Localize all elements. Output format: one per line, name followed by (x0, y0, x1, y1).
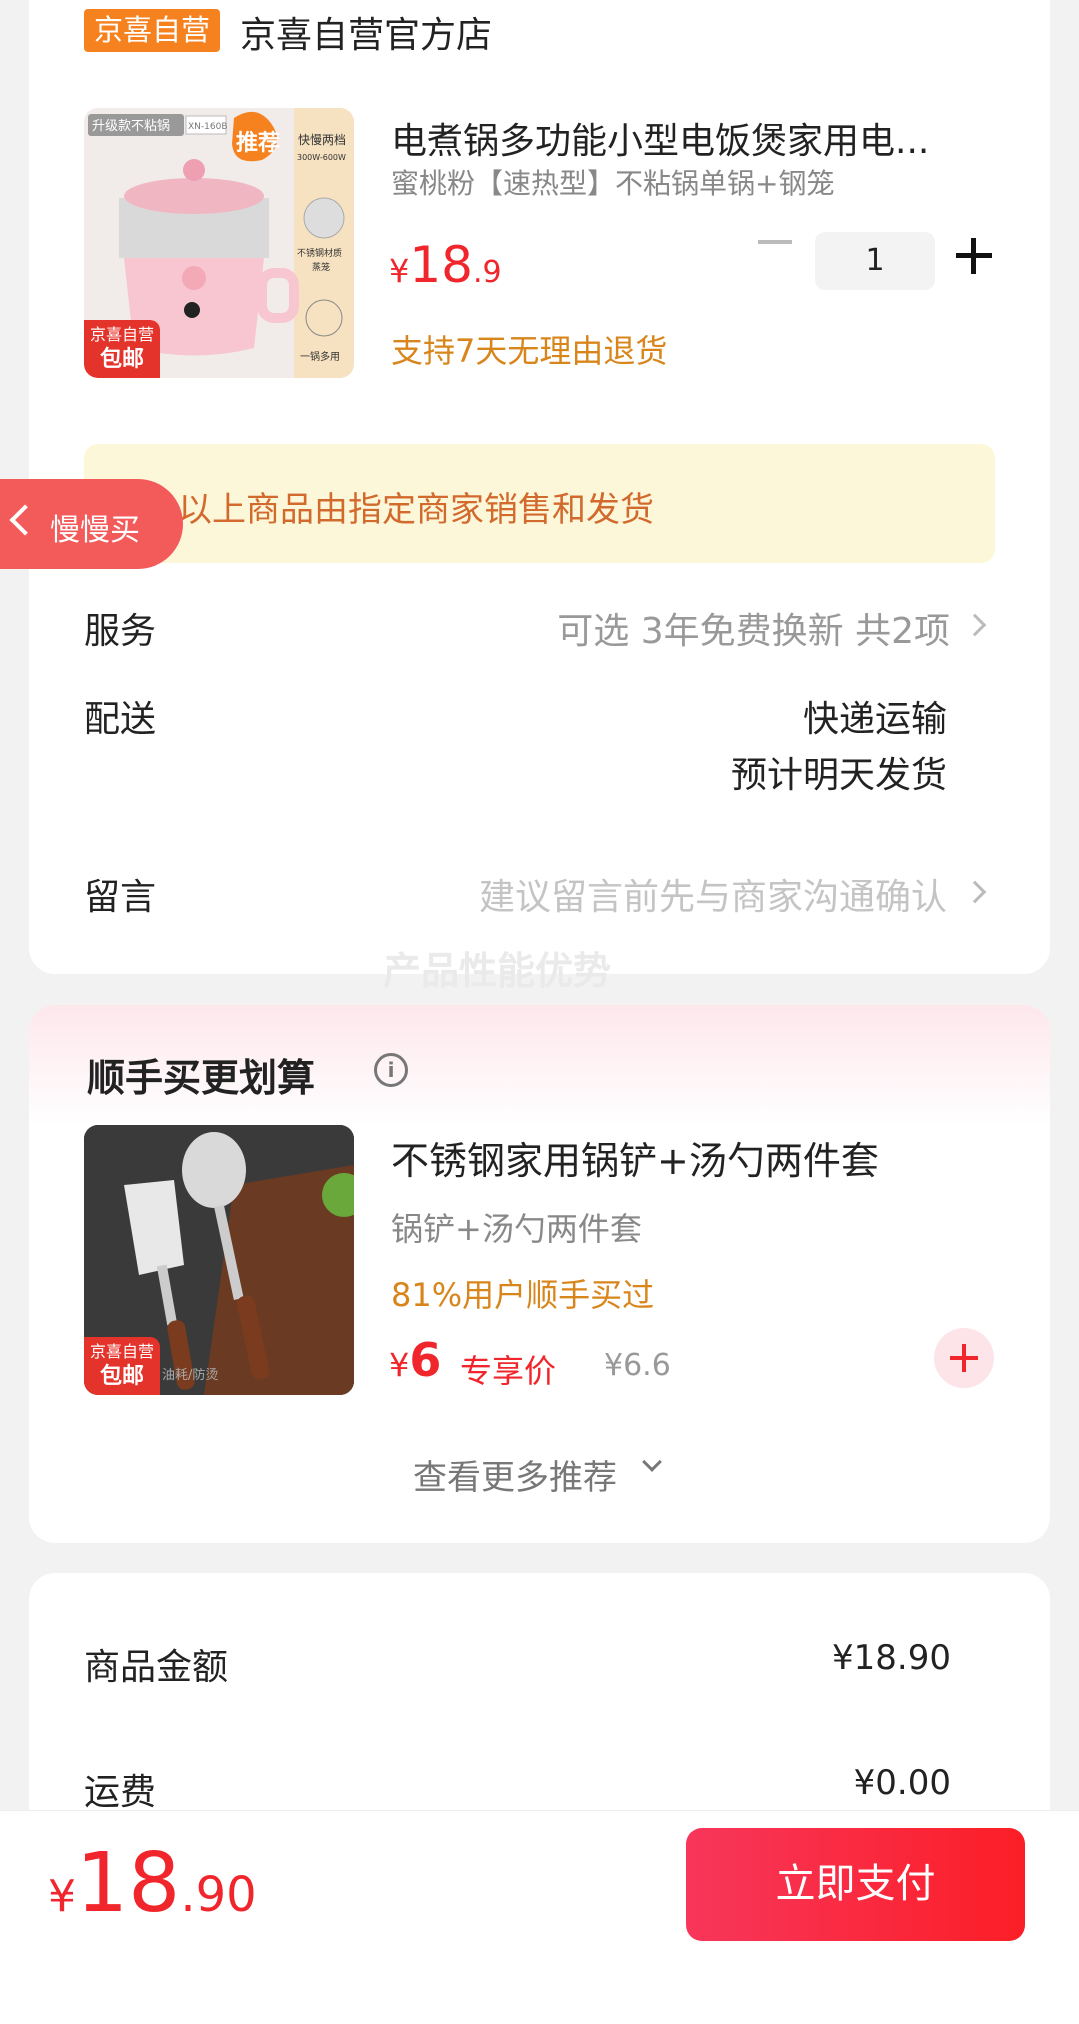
shipping-value: ¥0.00 (853, 1763, 951, 1803)
original-price: ¥6.6 (604, 1348, 671, 1383)
pay-now-button[interactable]: 立即支付 (686, 1828, 1025, 1941)
seller-notice-text: 以上商品由指定商家销售和发货 (178, 490, 654, 530)
more-recommendations-link[interactable]: 查看更多推荐 (413, 1450, 617, 1499)
svg-text:不锈钢材质: 不锈钢材质 (297, 247, 342, 259)
product-variant[interactable]: 蜜桃粉【速热型】不粘锅单锅+钢笼 (391, 162, 834, 202)
addon-product-image[interactable]: 油耗/防烫 京喜自营 包邮 (84, 1125, 354, 1395)
store-name[interactable]: 京喜自营官方店 (240, 6, 492, 58)
addon-bought-rate: 81%用户顺手买过 (391, 1276, 655, 1314)
message-input[interactable]: 建议留言前先与商家沟通确认 (479, 868, 947, 920)
seller-notice: i 以上商品由指定商家销售和发货 (84, 444, 995, 563)
goods-amount-value: ¥18.90 (832, 1638, 951, 1678)
svg-text:蒸笼: 蒸笼 (312, 261, 330, 273)
watermark-text: 产品性能优势 (383, 949, 612, 993)
product-title[interactable]: 电煮锅多功能小型电饭煲家用电... (391, 112, 929, 164)
chevron-left-icon (9, 504, 41, 536)
delivery-method: 快递运输 (802, 699, 947, 740)
free-shipping-tag: 京喜自营 包邮 (84, 1337, 160, 1395)
service-label: 服务 (84, 611, 157, 652)
exclusive-price-label: 专享价 (460, 1352, 557, 1390)
product-price: ¥18.9 (389, 236, 502, 294)
return-policy: 支持7天无理由退货 (391, 332, 668, 370)
add-addon-button[interactable] (934, 1328, 994, 1388)
goods-amount-label: 商品金额 (84, 1647, 229, 1688)
slow-buy-float-button[interactable]: 慢慢买 (0, 479, 183, 569)
slow-buy-label: 慢慢买 (50, 513, 140, 548)
svg-text:XN-160B: XN-160B (188, 122, 228, 132)
svg-text:快慢两档: 快慢两档 (298, 133, 346, 147)
addon-variant: 锅铲+汤勺两件套 (391, 1210, 642, 1248)
delivery-label: 配送 (84, 699, 157, 740)
quantity-increase-button[interactable] (956, 238, 992, 274)
svg-text:推荐: 推荐 (236, 130, 280, 156)
svg-text:一锅多用: 一锅多用 (300, 350, 340, 363)
svg-text:300W-600W: 300W-600W (297, 153, 346, 162)
store-badge: 京喜自营 (84, 9, 221, 52)
info-icon[interactable]: i (374, 1053, 408, 1087)
service-value: 可选 3年免费换新 共2项 (557, 611, 950, 652)
quantity-decrease-button[interactable] (758, 240, 792, 244)
quantity-input[interactable]: 1 (815, 232, 935, 290)
message-label: 留言 (84, 877, 157, 918)
addon-title[interactable]: 不锈钢家用锅铲+汤勺两件套 (391, 1130, 879, 1185)
upgrade-label: 升级款不粘锅 (92, 118, 170, 134)
total-price: ¥18.90 (48, 1836, 257, 1931)
section-title: 顺手买更划算 (87, 1056, 316, 1100)
addon-price: ¥6 (389, 1333, 442, 1387)
free-shipping-tag: 京喜自营 包邮 (84, 320, 160, 378)
svg-text:油耗/防烫: 油耗/防烫 (162, 1367, 218, 1383)
shipping-label: 运费 (84, 1772, 157, 1813)
product-image[interactable]: 升级款不粘锅 XN-160B 推荐 快慢两档 300W-600W 不锈钢材质 蒸… (84, 108, 354, 378)
delivery-eta: 预计明天发货 (730, 755, 947, 796)
